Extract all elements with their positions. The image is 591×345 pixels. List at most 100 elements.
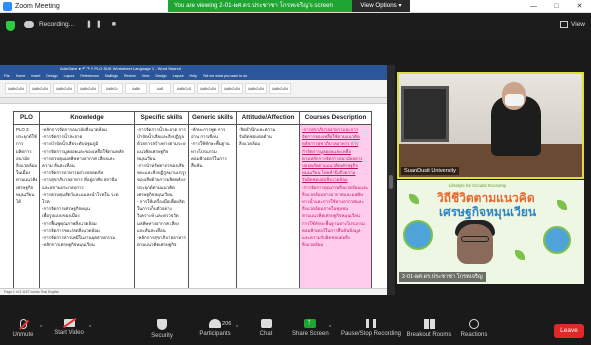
word-menu-item[interactable]: Design: [155, 73, 166, 80]
cell-text-line: แนวคิดเศรษฐกิจ: [137, 148, 169, 154]
header-knowledge: Knowledge: [39, 111, 135, 125]
word-style-swatch[interactable]: AaBbCcDd: [269, 83, 291, 94]
header-attitude: Attitude/Affection: [236, 111, 300, 125]
encryption-shield-icon[interactable]: [6, 21, 15, 31]
cell-text-line: สิ่งแวดล้อม: [16, 163, 37, 169]
cell-text-line: -การฟื้นฟูคุณภาพสิ่งแวดล้อม: [42, 220, 97, 226]
word-menu-item[interactable]: Layout: [173, 73, 184, 80]
participant-name-label: 2-01-ผศ.ดร.ประชาชา โกรทเจริญ: [399, 272, 486, 282]
word-style-swatch[interactable]: AaBbCc: [101, 83, 123, 94]
word-style-swatch[interactable]: AaB: [149, 83, 171, 94]
participant-name-label: SuanDusit University: [401, 167, 459, 175]
word-style-swatch[interactable]: AaBbCcD: [173, 83, 195, 94]
shield-icon: [157, 319, 167, 330]
gallery-splitter[interactable]: [387, 65, 395, 295]
word-style-swatch[interactable]: AaBbCcDd: [221, 83, 243, 94]
cell-text-line: ความ สั่นสะเทือน: [42, 163, 75, 169]
cell-text-line: ด้วยการสร้างทางตามระบบ: [137, 141, 186, 147]
word-menu-item[interactable]: Mailings: [105, 73, 118, 80]
grid-view-icon: [560, 21, 569, 28]
video-tile-active-speaker[interactable]: SuanDusit University: [397, 72, 584, 179]
start-video-label: Start Video: [54, 330, 84, 336]
word-menu-item[interactable]: Design: [46, 73, 57, 80]
splitter-handle[interactable]: [389, 175, 393, 189]
word-style-swatch[interactable]: AaBbCcDd: [53, 83, 75, 94]
cell-text-line: -จิตสำนึกและความ: [239, 127, 276, 132]
zoom-window: Zoom Meeting You are viewing 2-01-ผศ.ดร.…: [0, 0, 591, 345]
cell-text-line: -การจัดการอาหารอย่างปลอดภัย: [42, 170, 103, 176]
cell-text-line: กำจัดการมูลฝอยและเหลือ: [302, 148, 351, 154]
cell-text-line: หมุนเวียน: [16, 191, 35, 197]
view-label: View: [571, 21, 585, 28]
view-button[interactable]: View: [560, 21, 585, 28]
audio-options-caret-icon[interactable]: ^: [40, 325, 42, 331]
presenter-glasses: [461, 236, 489, 242]
cell-text-line: รับผิดชอบต่อสิ่งแวดล้อม: [302, 177, 348, 183]
plo-cell: PLO 2: ประยุกต์ใช้ การ ผลิตการ อนามัย สิ่งแวด…: [13, 124, 40, 288]
unmute-button[interactable]: Unmute: [8, 319, 38, 343]
share-options-caret-icon[interactable]: ^: [329, 325, 331, 331]
breakout-rooms-icon: [423, 319, 435, 329]
cloud-recording-icon: [24, 20, 34, 28]
security-label: Security: [151, 333, 173, 339]
cell-text-line: ขยะและสิ่งปฏิกูลมาแปรรูป: [137, 170, 186, 176]
cell-text-line: ปลอดภัยตามแนวคิดเศรษฐกิจ: [302, 163, 358, 169]
cell-text-line: สิ่งแวดล้อม: [239, 141, 261, 147]
cell-text-line: -การจัดการเศรษฐกิจหมุน: [42, 206, 90, 212]
pause-recording-label: Pause/Stop Recording: [340, 331, 402, 337]
word-style-swatch[interactable]: AaBbCcDd: [29, 83, 51, 94]
video-tile-presenter[interactable]: Lifestyle for Circular Economy วิถีชีวิต…: [397, 180, 584, 284]
video-options-caret-icon[interactable]: ^: [89, 325, 91, 331]
courses-text: -การสุขาภิบาลอาหารและการจัดการของเหลือใช…: [302, 126, 369, 184]
cell-text-line: จัดการของเหลือใช้ตามแนวคิด: [302, 134, 360, 140]
word-menu-item[interactable]: Review: [124, 73, 136, 80]
cell-text-line: ได้: [16, 199, 22, 205]
word-style-swatch[interactable]: AaBbCcDd: [5, 83, 27, 94]
cell-text-line: -หลักการสุขาภิบาลอาหาร: [137, 235, 186, 241]
cell-text-line: -การสุขาภิบาลอาหารและการ: [302, 127, 359, 132]
maximize-button[interactable]: □: [545, 0, 568, 13]
reactions-button[interactable]: Reactions: [458, 319, 490, 343]
participants-count: 206: [222, 321, 232, 327]
header-courses: Courses Description: [299, 111, 372, 125]
word-style-swatch[interactable]: AaBbCcDd: [197, 83, 219, 94]
cell-text-line: -การจัดการมูลฝอยและของเหลือใช้ตามหลัก: [42, 148, 125, 154]
word-menu-item[interactable]: File: [4, 73, 10, 80]
word-style-swatch[interactable]: AaBb: [125, 83, 147, 94]
breakout-rooms-button[interactable]: Breakout Rooms: [406, 319, 452, 343]
cell-text-line: ในเมือง: [16, 170, 31, 176]
chat-button[interactable]: Chat: [257, 319, 275, 343]
leaf-icon: [515, 250, 525, 260]
recording-controls[interactable]: ❚❚ ■: [86, 20, 120, 28]
word-menu-item[interactable]: Home: [16, 73, 26, 80]
chat-label: Chat: [259, 331, 273, 337]
word-menu-item[interactable]: Tell me what you want to do: [203, 73, 247, 80]
cell-text-line: -การจัดการขยะ/ลดสิ่งแวดล้อม: [42, 227, 100, 233]
cell-text-line: อ่าน การเขียน: [191, 134, 218, 140]
share-screen-button[interactable]: Share Screen: [292, 317, 329, 343]
cell-text-line: สืบค้น: [191, 163, 203, 169]
security-button[interactable]: Security: [148, 319, 176, 343]
word-menu-item[interactable]: View: [142, 73, 150, 80]
close-button[interactable]: ✕: [568, 0, 591, 13]
participants-options-caret-icon[interactable]: ^: [236, 325, 238, 331]
specific-skills-cell: -การจัดการน้ำสะอาด การ บำบัดน้ำเสียและสิ่…: [134, 124, 189, 288]
participants-icon: [209, 319, 221, 328]
leave-button[interactable]: Leave: [554, 324, 584, 338]
cell-text-line: หมุนเวียน โดยคำนึงถึงความ: [302, 170, 356, 176]
start-video-button[interactable]: Start Video: [50, 319, 88, 343]
word-menu-item[interactable]: Insert: [31, 73, 40, 80]
word-menu-item[interactable]: Help: [189, 73, 196, 80]
cell-text-line: ประยุกต์ตามแนวคิด: [137, 184, 175, 190]
chat-bubble-icon: [260, 319, 272, 328]
word-style-swatch[interactable]: AaBbCcDd: [245, 83, 267, 94]
shared-screen[interactable]: AutoSave ● ↶ ↷ ≡ PLO SUK Worksheet Langu…: [0, 65, 387, 295]
view-options-button[interactable]: View Options ▾: [352, 0, 410, 12]
cell-text-line: ของเสียด้วยการผลิตพลังงาน: [137, 177, 186, 183]
pause-stop-recording-button[interactable]: Pause/Stop Recording: [340, 319, 402, 343]
word-style-swatch[interactable]: AaBbCcDd: [77, 83, 99, 94]
word-menu-item[interactable]: Layout: [64, 73, 75, 80]
cell-text-line: -หลักการเศรษฐกิจหมุนเวียน: [42, 242, 95, 248]
minimize-button[interactable]: —: [522, 0, 545, 13]
word-menu-item[interactable]: References: [80, 73, 98, 80]
